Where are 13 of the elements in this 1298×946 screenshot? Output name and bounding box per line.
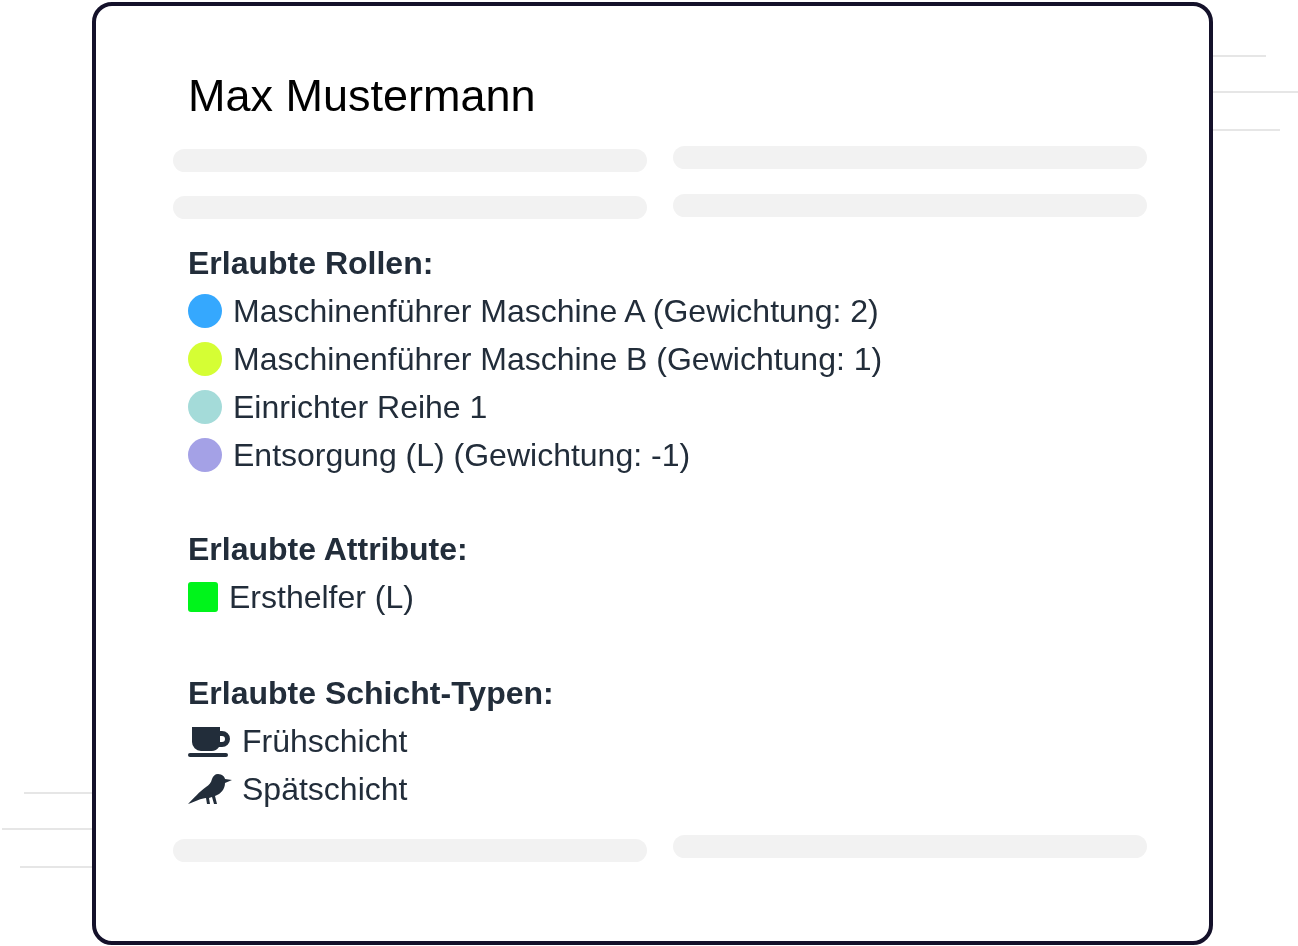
item-label: Einrichter Reihe 1 xyxy=(233,388,488,427)
item-label: Frühschicht xyxy=(242,722,408,761)
section-heading: Erlaubte Rollen: xyxy=(188,244,434,283)
section-heading: Erlaubte Attribute: xyxy=(188,530,468,569)
item-label: Maschinenführer Maschine A (Gewichtung: 2) xyxy=(233,292,879,331)
section-heading: Erlaubte Schicht-Typen: xyxy=(188,674,554,713)
bird-icon xyxy=(188,772,232,806)
item-label: Spätschicht xyxy=(242,770,408,809)
coffee-cup-icon xyxy=(188,725,232,757)
item-label: Maschinenführer Maschine B (Gewichtung: 1) xyxy=(233,340,883,379)
person-name: Max Mustermann xyxy=(188,69,536,123)
item-label: Ersthelfer (L) xyxy=(229,578,414,617)
item-label: Entsorgung (L) (Gewichtung: -1) xyxy=(233,436,691,475)
